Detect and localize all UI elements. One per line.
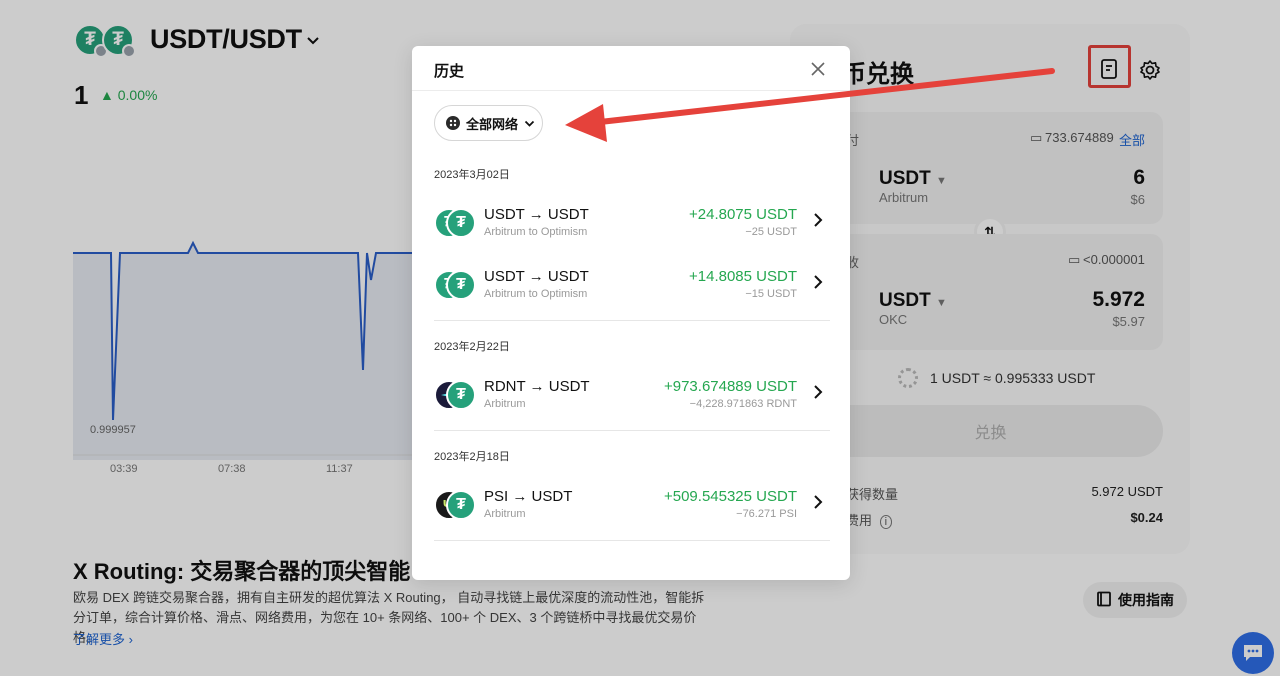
annotation-arrow — [565, 68, 1055, 142]
